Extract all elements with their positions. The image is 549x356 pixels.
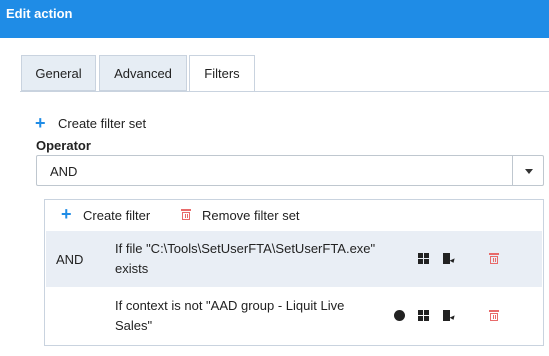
window-title: Edit action	[6, 6, 73, 21]
logoff-icon: ◂	[443, 253, 454, 265]
chevron-down-icon[interactable]	[525, 169, 533, 174]
tab-filters-label: Filters	[204, 66, 240, 81]
tab-advanced[interactable]: Advanced	[99, 55, 187, 91]
remove-filter-set-label: Remove filter set	[202, 208, 300, 223]
filter-set-panel: + Create filter Remove filter set AND If…	[44, 199, 544, 346]
operator-value: AND	[50, 164, 78, 179]
globe-icon	[394, 310, 405, 321]
filter-description: If context is not "AAD group - Liquit Li…	[115, 298, 345, 333]
plus-icon: +	[35, 113, 46, 133]
plus-icon: +	[61, 204, 72, 224]
filter-row[interactable]: If context is not "AAD group - Liquit Li…	[46, 288, 542, 344]
title-bar: Edit action	[0, 0, 549, 38]
select-divider	[512, 156, 513, 185]
trash-icon	[181, 209, 191, 220]
filter-operator: AND	[56, 252, 84, 267]
windows-icon	[418, 310, 429, 321]
trash-icon[interactable]	[489, 253, 499, 264]
filter-description: If file "C:\Tools\SetUserFTA\SetUserFTA.…	[115, 241, 376, 276]
create-filter-label: Create filter	[83, 208, 151, 223]
tab-filters[interactable]: Filters	[189, 55, 255, 92]
operator-select[interactable]: AND	[36, 155, 544, 186]
logoff-icon: ◂	[443, 310, 454, 322]
tab-divider	[20, 91, 549, 92]
tab-advanced-label: Advanced	[114, 65, 172, 81]
tab-general[interactable]: General	[21, 55, 96, 91]
operator-label: Operator	[36, 138, 91, 153]
windows-icon	[418, 253, 429, 264]
tab-general-label: General	[35, 65, 82, 81]
filter-row[interactable]: AND If file "C:\Tools\SetUserFTA\SetUser…	[46, 231, 542, 287]
create-filter-set-label: Create filter set	[58, 116, 147, 131]
trash-icon[interactable]	[489, 310, 499, 321]
